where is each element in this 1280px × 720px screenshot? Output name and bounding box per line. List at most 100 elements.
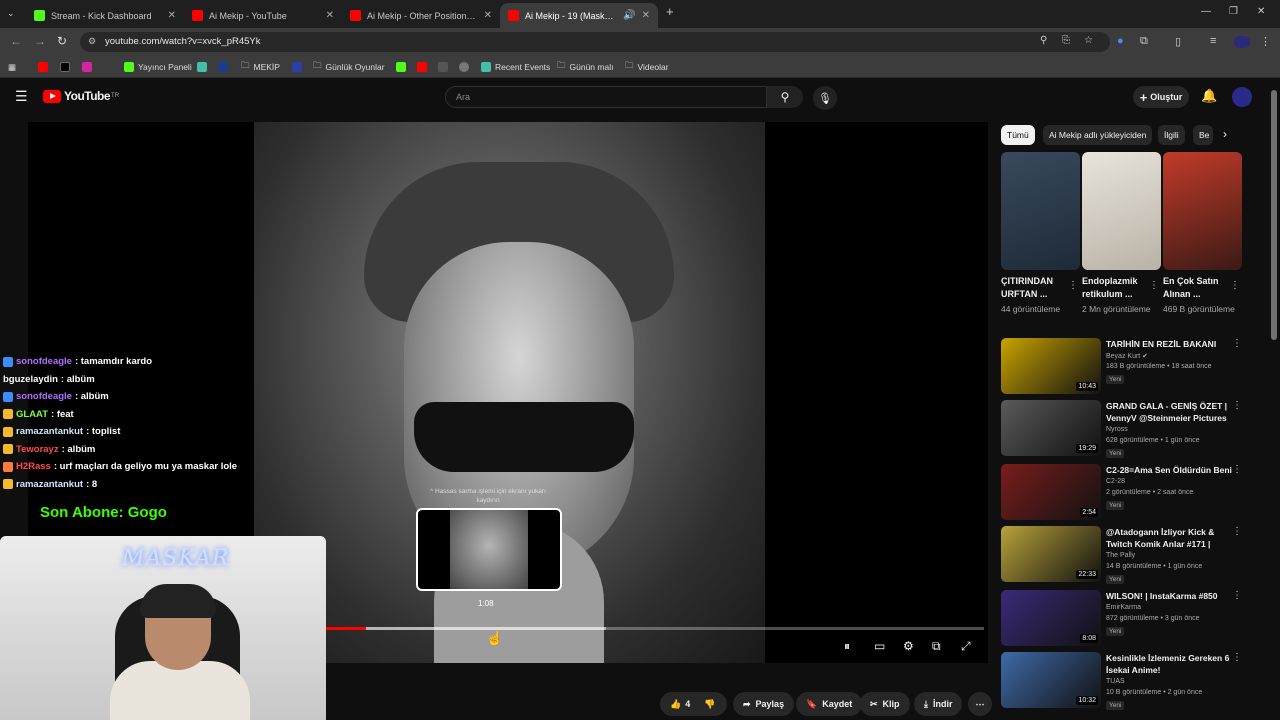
video-thumbnail[interactable]: 8:08 bbox=[1001, 590, 1101, 646]
audio-icon[interactable]: 🔊 bbox=[623, 10, 635, 21]
bookmark-mekip[interactable]: 🗀 MEKİP bbox=[241, 60, 280, 73]
settings-gear-icon[interactable]: ⚙ bbox=[903, 639, 914, 653]
account-avatar[interactable] bbox=[1232, 87, 1252, 107]
recommendation-item[interactable]: 19:29 GRAND GALA - GENİŞ ÖZET | VennyV @S… bbox=[1001, 400, 1251, 458]
recommendation-item[interactable]: 22:33 @Atadogann İzliyor Kick & Twitch Ko… bbox=[1001, 526, 1251, 584]
download-button[interactable]: ⤓ İndir bbox=[914, 692, 963, 716]
short-thumbnail[interactable] bbox=[1082, 152, 1161, 270]
video-title[interactable]: Kesinlikle İzlemeniz Gereken 6 İsekai An… bbox=[1106, 652, 1234, 676]
bookmark-terminal[interactable] bbox=[218, 61, 232, 73]
chip-more[interactable]: Be bbox=[1193, 125, 1213, 145]
youtube-logo[interactable]: YouTube TR bbox=[43, 89, 119, 103]
forward-icon[interactable]: → bbox=[34, 34, 46, 48]
recommendation-item[interactable]: 10:43 TARİHİN EN REZİL BAKANI Beyaz Kurt ✔… bbox=[1001, 338, 1251, 396]
tab-kick-dashboard[interactable]: Stream - Kick Dashboard ✕ bbox=[26, 3, 184, 28]
more-options-icon[interactable]: ⋮ bbox=[1232, 338, 1242, 349]
extension-icon[interactable]: ● bbox=[1117, 35, 1124, 47]
side-panel-icon[interactable]: ▯ bbox=[1175, 35, 1181, 48]
menu-dots-icon[interactable]: ⋮ bbox=[1260, 35, 1271, 48]
bookmark-app[interactable] bbox=[197, 61, 211, 73]
bookmark-youtube[interactable] bbox=[38, 61, 52, 73]
media-icon[interactable]: ≡ bbox=[1210, 35, 1216, 47]
bookmark-yayinci-paneli[interactable]: Yayıncı Paneli bbox=[124, 61, 192, 73]
chip-from-uploader[interactable]: Ai Mekip adlı yükleyiciden bbox=[1043, 125, 1153, 145]
bookmark-star-icon[interactable]: ☆ bbox=[1084, 35, 1093, 46]
save-button[interactable]: 🔖 Kaydet bbox=[796, 692, 863, 716]
close-icon[interactable]: ✕ bbox=[642, 10, 650, 21]
chip-related[interactable]: İlgili bbox=[1158, 125, 1185, 145]
voice-search-button[interactable]: 🎙 bbox=[813, 86, 837, 110]
channel-name[interactable]: C2-28 bbox=[1106, 478, 1125, 485]
autoplay-toggle[interactable]: ⏸ bbox=[844, 639, 850, 654]
site-info-icon[interactable]: ⚙ bbox=[88, 36, 96, 47]
miniplayer-icon[interactable]: ⧉ bbox=[932, 639, 941, 654]
short-thumbnail[interactable] bbox=[1163, 152, 1242, 270]
share-button[interactable]: ➦ Paylaş bbox=[733, 692, 795, 716]
channel-name[interactable]: TUAS bbox=[1106, 678, 1125, 685]
more-options-icon[interactable]: ⋮ bbox=[1232, 400, 1242, 411]
reload-icon[interactable]: ↻ bbox=[57, 34, 67, 48]
more-options-icon[interactable]: ⋮ bbox=[1230, 280, 1240, 291]
bookmark-instagram[interactable] bbox=[82, 61, 96, 73]
bookmark-kick[interactable] bbox=[396, 61, 410, 73]
fullscreen-icon[interactable]: ⤢ bbox=[961, 639, 971, 654]
video-title[interactable]: @Atadogann İzliyor Kick & Twitch Komik A… bbox=[1106, 526, 1234, 550]
window-close-icon[interactable]: ✕ bbox=[1257, 6, 1265, 17]
back-icon[interactable]: ← bbox=[10, 34, 22, 48]
video-title[interactable]: GRAND GALA - GENİŞ ÖZET | VennyV @Steinm… bbox=[1106, 400, 1234, 424]
more-options-icon[interactable]: ⋮ bbox=[1232, 464, 1242, 475]
bookmark-globe[interactable] bbox=[459, 61, 473, 73]
close-icon[interactable]: ✕ bbox=[326, 10, 334, 21]
hamburger-menu-icon[interactable]: ☰ bbox=[15, 88, 28, 105]
recommendation-item[interactable]: 8:08 WILSON! | InstaKarma #850 EmirKarma 87… bbox=[1001, 590, 1251, 648]
video-thumbnail[interactable]: 10:32 bbox=[1001, 652, 1101, 708]
profile-avatar[interactable] bbox=[1234, 36, 1250, 48]
tab-other-position[interactable]: Ai Mekip - Other Position (Cyb ✕ bbox=[342, 3, 500, 28]
video-title[interactable]: C2-28=Ama Sen Öldürdün Beni bbox=[1106, 464, 1234, 476]
bookmark-x[interactable] bbox=[60, 61, 74, 73]
chevron-right-icon[interactable]: › bbox=[1223, 127, 1227, 141]
minimize-icon[interactable]: — bbox=[1201, 6, 1211, 17]
close-icon[interactable]: ✕ bbox=[484, 10, 492, 21]
video-thumbnail[interactable]: 2:54 bbox=[1001, 464, 1101, 520]
bookmark-youtube-2[interactable] bbox=[417, 61, 431, 73]
video-thumbnail[interactable]: 22:33 bbox=[1001, 526, 1101, 582]
tab-ai-mekip-youtube[interactable]: Ai Mekip - YouTube ✕ bbox=[184, 3, 342, 28]
new-tab-icon[interactable]: + bbox=[666, 4, 674, 19]
recommendation-item[interactable]: 2:54 C2-28=Ama Sen Öldürdün Beni C2-28 2 gö… bbox=[1001, 464, 1251, 522]
more-options-icon[interactable]: ⋮ bbox=[1232, 652, 1242, 663]
video-title[interactable]: WILSON! | InstaKarma #850 bbox=[1106, 590, 1234, 602]
like-icon[interactable]: 👍 bbox=[670, 699, 681, 710]
video-thumbnail[interactable]: 19:29 bbox=[1001, 400, 1101, 456]
channel-name[interactable]: EmirKarma bbox=[1106, 604, 1141, 611]
maximize-icon[interactable]: ❐ bbox=[1229, 6, 1238, 17]
channel-name[interactable]: The Pally bbox=[1106, 552, 1135, 559]
search-input[interactable]: Ara bbox=[445, 86, 767, 108]
video-thumbnail[interactable]: 10:43 bbox=[1001, 338, 1101, 394]
search-button[interactable]: ⚲ bbox=[767, 86, 803, 108]
bookmark-blue[interactable] bbox=[292, 61, 306, 73]
more-options-icon[interactable]: ⋮ bbox=[1149, 280, 1159, 291]
install-icon[interactable]: ⎘ bbox=[1062, 35, 1070, 46]
bookmark-videolar[interactable]: 🗀 Videolar bbox=[625, 60, 669, 73]
bookmark-recent-events[interactable]: Recent Events bbox=[481, 61, 550, 73]
dislike-icon[interactable]: 👎 bbox=[704, 699, 715, 710]
short-card[interactable]: En Çok Satın Alınan ... 469 B görüntüleme… bbox=[1163, 152, 1242, 315]
channel-name[interactable]: Beyaz Kurt ✔ bbox=[1106, 352, 1148, 360]
more-actions-button[interactable]: ⋯ bbox=[968, 692, 992, 716]
more-options-icon[interactable]: ⋮ bbox=[1232, 526, 1242, 537]
tab-search-icon[interactable]: ⌄ bbox=[7, 8, 15, 19]
chip-all[interactable]: Tümü bbox=[1001, 125, 1035, 145]
channel-name[interactable]: Nyross bbox=[1106, 426, 1128, 433]
page-scrollbar[interactable] bbox=[1271, 90, 1277, 340]
subtitles-icon[interactable]: ▭ bbox=[874, 639, 885, 653]
more-options-icon[interactable]: ⋮ bbox=[1068, 280, 1078, 291]
omnibox[interactable]: ⚙ youtube.com/watch?v=xvck_pR45Yk ⚲ ⎘ ☆ bbox=[80, 32, 1110, 52]
recommendation-item[interactable]: 10:32 Kesinlikle İzlemeniz Gereken 6 İsek… bbox=[1001, 652, 1251, 710]
bookmark-gunun-mali[interactable]: 🗀 Günün malı bbox=[557, 60, 613, 73]
short-card[interactable]: Endoplazmik retikulum ... 2 Mn görüntülem… bbox=[1082, 152, 1161, 315]
short-card[interactable]: ÇITIRINDAN URFTAN ... 44 görüntüleme ⋮ bbox=[1001, 152, 1080, 315]
extensions-puzzle-icon[interactable]: ⧉ bbox=[1140, 35, 1148, 48]
apps-grid-icon[interactable]: ▦ bbox=[8, 61, 16, 73]
bookmark-misc[interactable] bbox=[438, 61, 452, 73]
